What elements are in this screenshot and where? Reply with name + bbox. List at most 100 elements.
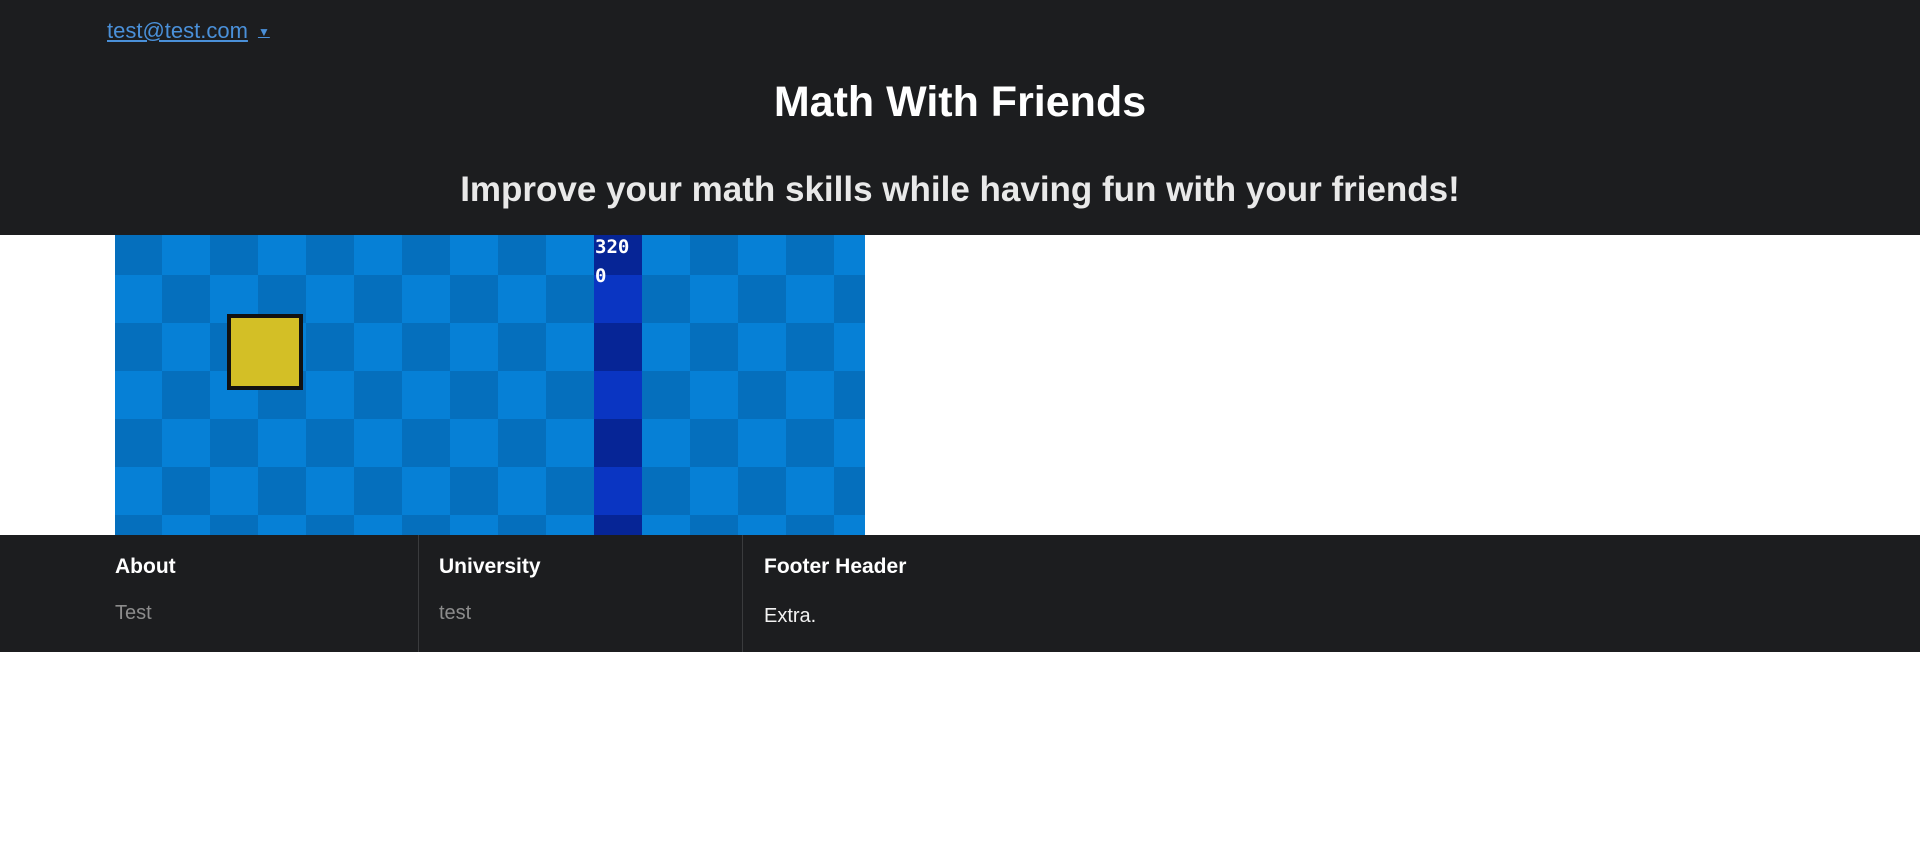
answer-lane-tile: [594, 419, 642, 467]
game-canvas[interactable]: 320 0: [115, 235, 865, 535]
board-tile: [546, 275, 594, 323]
board-tile: [498, 419, 546, 467]
board-tile: [546, 419, 594, 467]
footer-heading-about: About: [115, 555, 176, 578]
board-tile: [402, 371, 450, 419]
board-tile: [258, 419, 306, 467]
site-title: Math With Friends: [773, 78, 1147, 126]
board-tile: [258, 235, 306, 275]
footer-heading-university: University: [439, 555, 541, 578]
board-tile: [162, 419, 210, 467]
board-tile: [642, 323, 690, 371]
board-tile: [354, 323, 402, 371]
board-tile: [115, 323, 162, 371]
site-tagline: Improve your math skills while having fu…: [460, 170, 1460, 209]
board-tile: [690, 419, 738, 467]
board-tile: [834, 323, 865, 371]
board-tile: [786, 419, 834, 467]
board-tile: [354, 235, 402, 275]
board-tile: [786, 467, 834, 515]
board-tile: [738, 235, 786, 275]
board-tile: [115, 419, 162, 467]
board-tile: [834, 515, 865, 535]
footer-link-test[interactable]: Test: [115, 602, 152, 625]
board-tile: [498, 515, 546, 535]
board-tile: [642, 419, 690, 467]
board-tile: [690, 275, 738, 323]
board-tile: [402, 323, 450, 371]
board-tile: [115, 235, 162, 275]
board-tile: [690, 235, 738, 275]
board-tile: [162, 467, 210, 515]
answer-lane-tile: [594, 371, 642, 419]
user-account-menu[interactable]: test@test.com ▼: [107, 18, 270, 44]
board-tile: [115, 275, 162, 323]
board-tile: [210, 467, 258, 515]
player-block: [227, 314, 303, 390]
caret-down-icon[interactable]: ▼: [258, 25, 270, 39]
answer-lane-tile: [594, 467, 642, 515]
board-tile: [162, 235, 210, 275]
board-tile: [450, 515, 498, 535]
board-tile: [786, 275, 834, 323]
board-tile: [690, 323, 738, 371]
board-tile: [354, 515, 402, 535]
footer-column-about: About Test: [115, 535, 419, 652]
board-tile: [450, 275, 498, 323]
board-tile: [162, 275, 210, 323]
board-tile: [642, 275, 690, 323]
score-top-text: 320: [595, 236, 629, 258]
board-tile: [498, 467, 546, 515]
board-tile: [834, 371, 865, 419]
board-tile: [210, 515, 258, 535]
board-tile: [834, 419, 865, 467]
board-tile: [162, 371, 210, 419]
board-tile: [115, 515, 162, 535]
board-tile: [690, 371, 738, 419]
board-tile: [450, 419, 498, 467]
board-tile: [210, 419, 258, 467]
board-tile: [642, 515, 690, 535]
board-tile: [738, 515, 786, 535]
board-tile: [258, 515, 306, 535]
board-tile: [834, 275, 865, 323]
board-tile: [738, 275, 786, 323]
answer-lane-tile: [594, 515, 642, 535]
game-section: 320 0: [0, 235, 1920, 535]
board-tile: [786, 515, 834, 535]
footer-heading-extra: Footer Header: [764, 555, 907, 578]
board-tile: [402, 419, 450, 467]
board-tile: [402, 515, 450, 535]
board-tile: [306, 323, 354, 371]
board-tile: [450, 323, 498, 371]
board-tile: [498, 371, 546, 419]
board-tile: [546, 515, 594, 535]
board-tile: [786, 371, 834, 419]
footer-column-extra: Footer Header Extra.: [743, 535, 1343, 652]
board-tile: [786, 323, 834, 371]
board-tile: [354, 467, 402, 515]
board-tile: [306, 419, 354, 467]
board-tile: [402, 275, 450, 323]
site-header: test@test.com ▼ Math With Friends Improv…: [0, 0, 1920, 235]
game-board[interactable]: 3200: [115, 235, 865, 535]
board-tile: [546, 467, 594, 515]
board-tile: [498, 323, 546, 371]
footer-column-university: University test: [418, 535, 743, 652]
user-email[interactable]: test@test.com: [107, 18, 248, 44]
answer-lane-tile: [594, 323, 642, 371]
board-tile: [450, 467, 498, 515]
board-tile: [258, 467, 306, 515]
board-tile: [786, 235, 834, 275]
footer-link-university[interactable]: test: [439, 602, 471, 625]
board-tile: [834, 235, 865, 275]
board-tile: [115, 371, 162, 419]
board-tile: [354, 419, 402, 467]
site-footer: About Test University test Footer Header…: [0, 535, 1920, 652]
board-tile: [690, 467, 738, 515]
board-tile: [354, 371, 402, 419]
board-tile: [306, 235, 354, 275]
board-tile: [306, 515, 354, 535]
board-tile: [498, 235, 546, 275]
board-tile: [642, 235, 690, 275]
